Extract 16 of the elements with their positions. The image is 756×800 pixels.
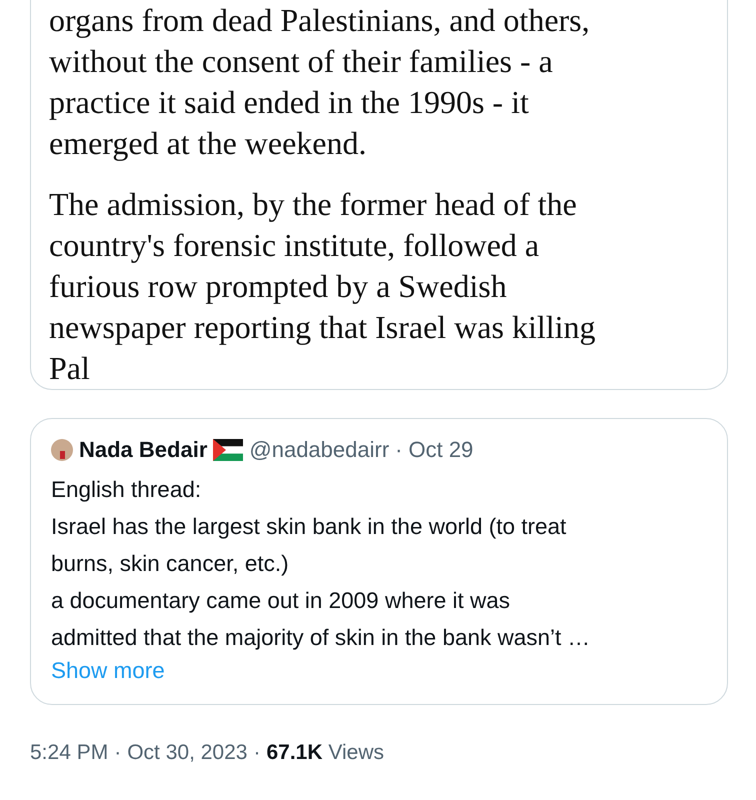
avatar bbox=[51, 439, 73, 461]
post-date: Oct 29 bbox=[408, 437, 474, 463]
tweet-date: Oct 30, 2023 bbox=[127, 741, 248, 765]
quoted-tweet-card[interactable] bbox=[30, 418, 728, 705]
show-more-link[interactable]: Show more bbox=[51, 658, 165, 684]
view-count: 67.1K Views bbox=[266, 741, 384, 765]
author-handle: @nadabedairr bbox=[249, 437, 390, 463]
flag-icon bbox=[213, 439, 244, 461]
separator-dot: · bbox=[395, 437, 402, 463]
tweet-time: 5:24 PM bbox=[30, 741, 108, 765]
article-paragraph: The admission, by the former head of the country's forensic institute, followed a furious row prompted by a Swedish newspaper reporting that Israel was killing Pal bbox=[49, 185, 596, 388]
separator-dot: · bbox=[253, 741, 260, 765]
separator-dot: · bbox=[114, 741, 122, 765]
author-name: Nada Bedair bbox=[79, 437, 208, 463]
tweet-text: English thread: Israel has the largest skin bank in the world (to treat burns, skin cancer, etc.) a documentary came out in 2009 where it was admitted that the majority of skin in the bank wasn’t … bbox=[51, 476, 592, 652]
article-paragraph: organs from dead Palestinians, and others, without the consent of their families - a practice it said ended in the 1990s - it emerged at the weekend. bbox=[49, 1, 591, 163]
